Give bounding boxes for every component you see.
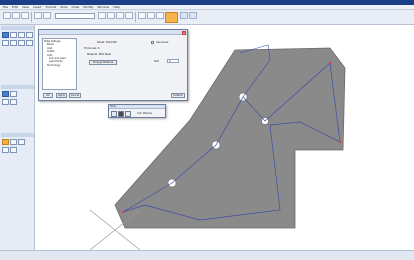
measure-icon[interactable] xyxy=(147,12,155,19)
zoom-out-icon[interactable] xyxy=(107,12,115,19)
toolbar-separator xyxy=(31,12,32,22)
tool-icon[interactable] xyxy=(125,111,131,117)
menu-item-format[interactable]: Format xyxy=(46,5,57,9)
save-icon[interactable] xyxy=(21,12,29,19)
ok-button[interactable]: OK xyxy=(43,93,53,98)
tool-icon[interactable] xyxy=(118,111,124,117)
default-button[interactable]: Default xyxy=(171,93,185,98)
nest-icon[interactable] xyxy=(180,12,188,19)
toolbar xyxy=(0,10,414,25)
highlight-toolbar-icon[interactable] xyxy=(165,12,178,23)
lead-in-icon[interactable] xyxy=(2,91,9,97)
floating-window-title: Tools xyxy=(109,105,165,109)
layer-combo[interactable] xyxy=(55,13,95,19)
panel-section-header xyxy=(1,26,34,30)
circle-icon[interactable] xyxy=(2,40,9,46)
bevel-checkbox-label: Use bevel xyxy=(156,41,169,44)
post-icon[interactable] xyxy=(18,139,25,145)
panel-section-header xyxy=(1,85,34,89)
menu-item-modify[interactable]: Modify xyxy=(83,5,93,9)
status-bar xyxy=(0,250,414,260)
select-icon[interactable] xyxy=(138,12,146,19)
menu-item-draw[interactable]: Draw xyxy=(72,5,80,9)
floating-tool-window: Tools Cut: Plasma xyxy=(108,104,166,118)
print-icon[interactable] xyxy=(10,147,17,153)
kerf-label: Kerf xyxy=(154,60,159,63)
menu-item-tools[interactable]: Tools xyxy=(60,5,67,9)
thickness-label: Thickness: 6 xyxy=(84,47,100,50)
order-icon[interactable] xyxy=(2,99,9,105)
apply-button[interactable]: Apply xyxy=(56,93,67,98)
path-marker xyxy=(328,61,332,65)
open-file-icon[interactable] xyxy=(12,12,20,19)
part-icon[interactable] xyxy=(2,32,9,38)
change-material-button[interactable]: Change Material xyxy=(89,60,117,65)
sheet-label: Sheet: 200x300 xyxy=(97,41,117,44)
kerf-input[interactable]: 0 xyxy=(167,59,179,63)
toolbar-separator xyxy=(135,12,136,22)
tool-icon[interactable] xyxy=(111,111,117,117)
zoom-in-icon[interactable] xyxy=(98,12,106,19)
menu-item-edit[interactable]: Edit xyxy=(12,5,18,9)
redo-icon[interactable] xyxy=(43,12,51,19)
tree-item[interactable]: Technology xyxy=(44,64,75,67)
fit-icon[interactable] xyxy=(125,12,133,19)
menu-item-help[interactable]: Help xyxy=(113,5,120,9)
path-icon[interactable] xyxy=(189,12,197,19)
dialog-title xyxy=(39,30,187,35)
material-label: Material: Mild Steel xyxy=(87,53,112,56)
close-icon[interactable]: × xyxy=(182,30,186,35)
menu-item-view[interactable]: View xyxy=(22,5,29,9)
bevel-checkbox[interactable] xyxy=(151,41,154,44)
grid-icon[interactable] xyxy=(156,12,164,19)
menu-item-insert[interactable]: Insert xyxy=(33,5,42,9)
path-marker xyxy=(338,140,342,144)
undo-icon[interactable] xyxy=(34,12,42,19)
panel-section-header xyxy=(1,133,34,137)
rect-icon[interactable] xyxy=(10,40,17,46)
text-icon[interactable] xyxy=(18,40,25,46)
sheet-icon[interactable] xyxy=(10,32,17,38)
settings-dialog: × Plate Settings Bevel Inlet Outlet Cuts… xyxy=(38,29,188,101)
new-file-icon[interactable] xyxy=(3,12,11,19)
menu-item-file[interactable]: File xyxy=(3,5,8,9)
line-icon[interactable] xyxy=(26,32,33,38)
pan-icon[interactable] xyxy=(116,12,124,19)
floating-window-label: Cut: Plasma xyxy=(137,112,152,115)
export-icon[interactable] xyxy=(2,147,9,153)
path-marker xyxy=(121,210,125,214)
start-point-icon[interactable] xyxy=(10,99,17,105)
simulate-icon[interactable] xyxy=(2,139,9,145)
arc-icon[interactable] xyxy=(18,32,25,38)
lead-out-icon[interactable] xyxy=(10,91,17,97)
dimension-icon[interactable] xyxy=(26,40,33,46)
cancel-button[interactable]: Cancel xyxy=(69,93,81,98)
menu-item-window[interactable]: Window xyxy=(97,5,109,9)
settings-tree: Plate Settings Bevel Inlet Outlet Cuts L… xyxy=(42,38,77,90)
left-tool-panel xyxy=(0,25,35,250)
report-icon[interactable] xyxy=(10,139,17,145)
